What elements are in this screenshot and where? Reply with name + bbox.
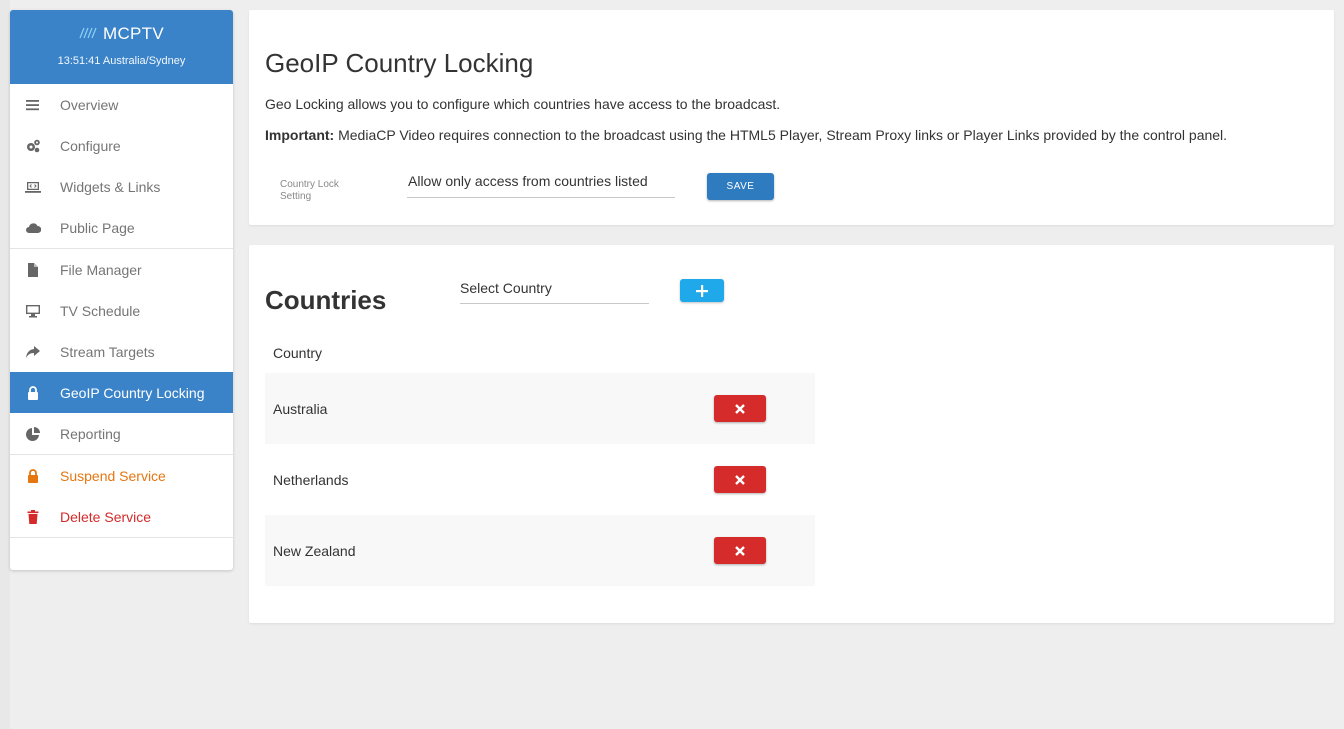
nav-item-file-manager[interactable]: File Manager (10, 249, 233, 290)
share-icon (24, 344, 42, 360)
close-icon (735, 403, 745, 414)
save-button[interactable]: SAVE (707, 173, 774, 200)
plus-icon (696, 284, 708, 297)
pie-chart-icon (24, 426, 42, 442)
nav-item-reporting[interactable]: Reporting (10, 413, 233, 454)
nav-item-delete-service[interactable]: Delete Service (10, 496, 233, 537)
nav-item-label: GeoIP Country Locking (60, 384, 205, 401)
nav-item-label: File Manager (60, 261, 142, 278)
close-icon (735, 545, 745, 556)
important-text: MediaCP Video requires connection to the… (334, 127, 1228, 143)
nav-item-label: Configure (60, 137, 121, 154)
table-row: Netherlands (265, 444, 815, 515)
countries-title: Countries (265, 285, 387, 315)
column-header-country: Country (273, 345, 323, 361)
sidebar: MCPTV 13:51:41 Australia/Sydney Overview… (10, 10, 233, 570)
nav-item-label: Delete Service (60, 508, 152, 525)
nav-item-configure[interactable]: Configure (10, 125, 233, 166)
page-title: GeoIP Country Locking (265, 48, 534, 78)
country-name: Australia (273, 400, 328, 417)
nav-group-main: Overview Configure Widgets & Links Publi… (10, 84, 233, 249)
intro-text: Geo Locking allows you to configure whic… (265, 96, 781, 112)
country-name: Netherlands (273, 471, 349, 488)
countries-table-body: Australia Netherlands New Zealand (265, 373, 815, 586)
logo-icon (79, 24, 97, 44)
close-icon (735, 474, 745, 485)
nav-item-label: Stream Targets (60, 343, 155, 360)
brand-name: MCPTV (103, 24, 164, 43)
select-country-dropdown[interactable]: Select Country (460, 278, 649, 304)
server-clock: 13:51:41 Australia/Sydney (57, 55, 186, 67)
country-lock-setting-label: Country Lock Setting (280, 179, 339, 202)
nav-item-overview[interactable]: Overview (10, 84, 233, 125)
countries-table: Country Australia Netherlands New Zealan… (265, 333, 815, 586)
nav-group-danger: Suspend Service Delete Service (10, 455, 233, 538)
nav-item-label: Overview (60, 96, 119, 113)
brand[interactable]: MCPTV (10, 24, 233, 44)
nav-item-label: Reporting (60, 425, 121, 442)
nav-item-stream-targets[interactable]: Stream Targets (10, 331, 233, 372)
trash-icon (24, 509, 42, 525)
page-edge (0, 0, 10, 729)
lock-icon (24, 385, 42, 401)
nav-item-suspend-service[interactable]: Suspend Service (10, 455, 233, 496)
lock-icon (24, 468, 42, 484)
nav-item-label: TV Schedule (60, 302, 141, 319)
nav-item-geoip-country-locking[interactable]: GeoIP Country Locking (10, 372, 233, 413)
nav-item-label: Widgets & Links (60, 178, 161, 195)
important-note: Important: MediaCP Video requires connec… (265, 127, 1227, 143)
delete-country-button[interactable] (714, 466, 766, 493)
add-country-button[interactable] (680, 279, 724, 302)
nav-item-widgets-links[interactable]: Widgets & Links (10, 166, 233, 207)
important-label: Important: (265, 127, 335, 143)
cloud-icon (24, 220, 42, 236)
nav-item-tv-schedule[interactable]: TV Schedule (10, 290, 233, 331)
countries-panel: Countries Select Country Country Austral… (249, 245, 1334, 623)
table-row: Australia (265, 373, 815, 444)
list-icon (24, 97, 42, 113)
table-row: New Zealand (265, 515, 815, 586)
file-icon (24, 262, 42, 278)
nav-item-label: Public Page (60, 219, 135, 236)
gears-icon (24, 138, 42, 154)
sidebar-header: MCPTV 13:51:41 Australia/Sydney (10, 10, 233, 84)
delete-country-button[interactable] (714, 537, 766, 564)
desktop-icon (24, 303, 42, 319)
laptop-code-icon (24, 179, 42, 195)
delete-country-button[interactable] (714, 395, 766, 422)
geo-locking-panel: GeoIP Country Locking Geo Locking allows… (249, 10, 1334, 225)
country-lock-setting-select[interactable]: Allow only access from countries listed (407, 170, 675, 198)
nav-group-tools: File Manager TV Schedule Stream Targets … (10, 249, 233, 455)
nav-item-public-page[interactable]: Public Page (10, 207, 233, 248)
country-name: New Zealand (273, 542, 356, 559)
nav-item-label: Suspend Service (60, 467, 166, 484)
